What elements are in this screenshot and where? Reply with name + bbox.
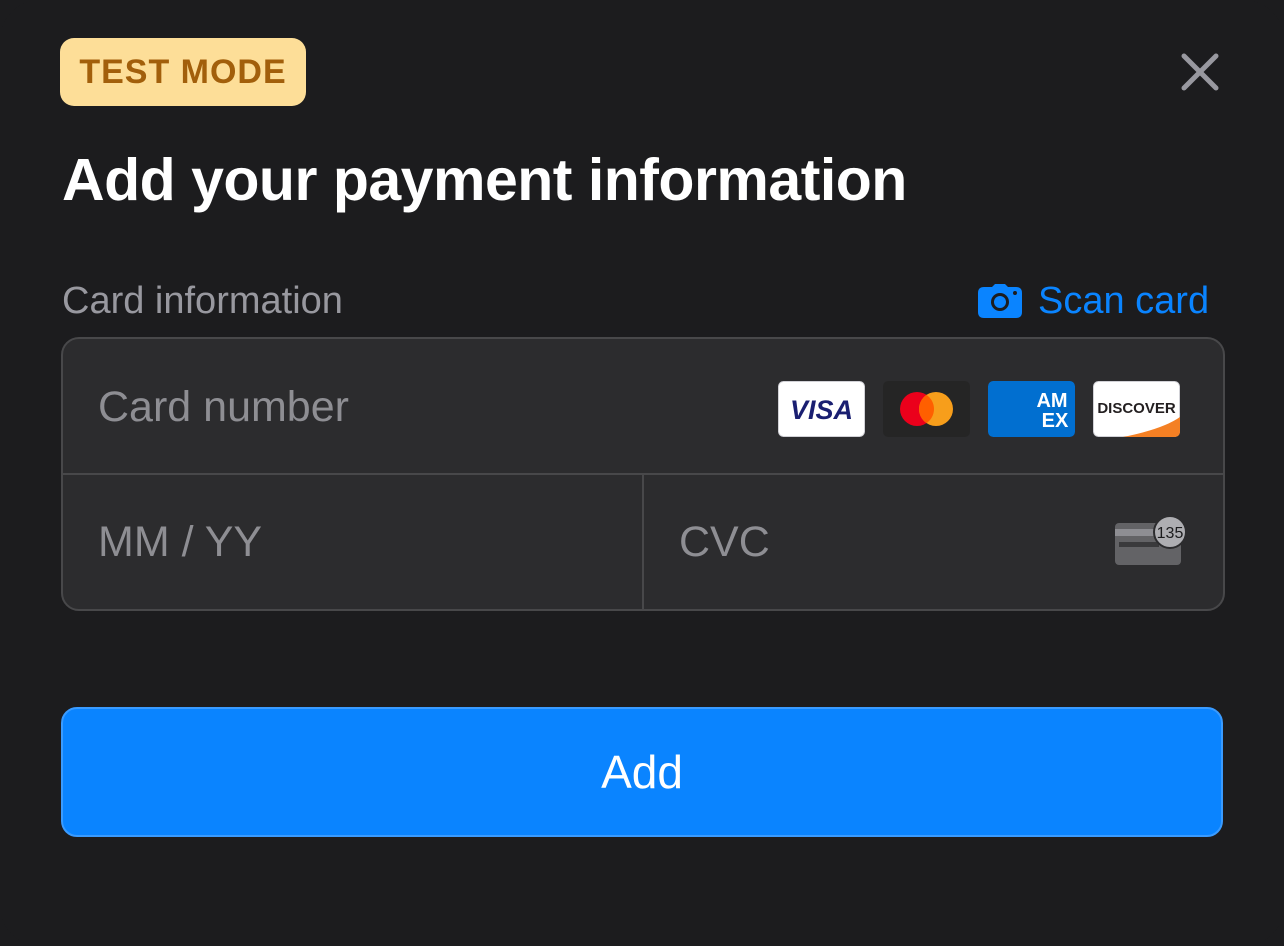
- test-mode-badge: TEST MODE: [60, 38, 306, 106]
- cvc-field[interactable]: CVC 135: [644, 475, 1223, 609]
- card-brand-list: VISA AM EX DISCOVER: [778, 381, 1180, 437]
- close-icon: [1181, 53, 1219, 91]
- payment-sheet: TEST MODE Add your payment information C…: [0, 0, 1284, 946]
- scan-card-label: Scan card: [1038, 279, 1210, 322]
- mastercard-logo: [883, 381, 970, 437]
- card-information-label: Card information: [62, 280, 343, 322]
- close-button[interactable]: [1172, 44, 1228, 100]
- amex-logo: AM EX: [988, 381, 1075, 437]
- svg-text:AM: AM: [1036, 390, 1067, 412]
- visa-logo: VISA: [778, 381, 865, 437]
- discover-logo: DISCOVER: [1093, 381, 1180, 437]
- add-button[interactable]: Add: [61, 707, 1223, 837]
- card-number-field[interactable]: Card number VISA AM EX DISCOVER: [63, 339, 1223, 475]
- card-number-placeholder: Card number: [98, 383, 349, 431]
- camera-icon: [978, 284, 1022, 318]
- svg-text:VISA: VISA: [790, 395, 853, 425]
- cvc-placeholder: CVC: [679, 518, 770, 566]
- test-mode-label: TEST MODE: [79, 52, 287, 91]
- card-fields: Card number VISA AM EX DISCOVER MM / YY …: [61, 337, 1225, 611]
- expiry-placeholder: MM / YY: [98, 518, 263, 566]
- svg-text:EX: EX: [1042, 410, 1069, 432]
- svg-text:DISCOVER: DISCOVER: [1097, 400, 1176, 417]
- svg-text:135: 135: [1157, 525, 1184, 542]
- page-title: Add your payment information: [62, 147, 907, 213]
- cvc-card-icon: 135: [1115, 515, 1187, 565]
- scan-card-button[interactable]: Scan card: [978, 278, 1209, 324]
- expiry-field[interactable]: MM / YY: [63, 475, 644, 609]
